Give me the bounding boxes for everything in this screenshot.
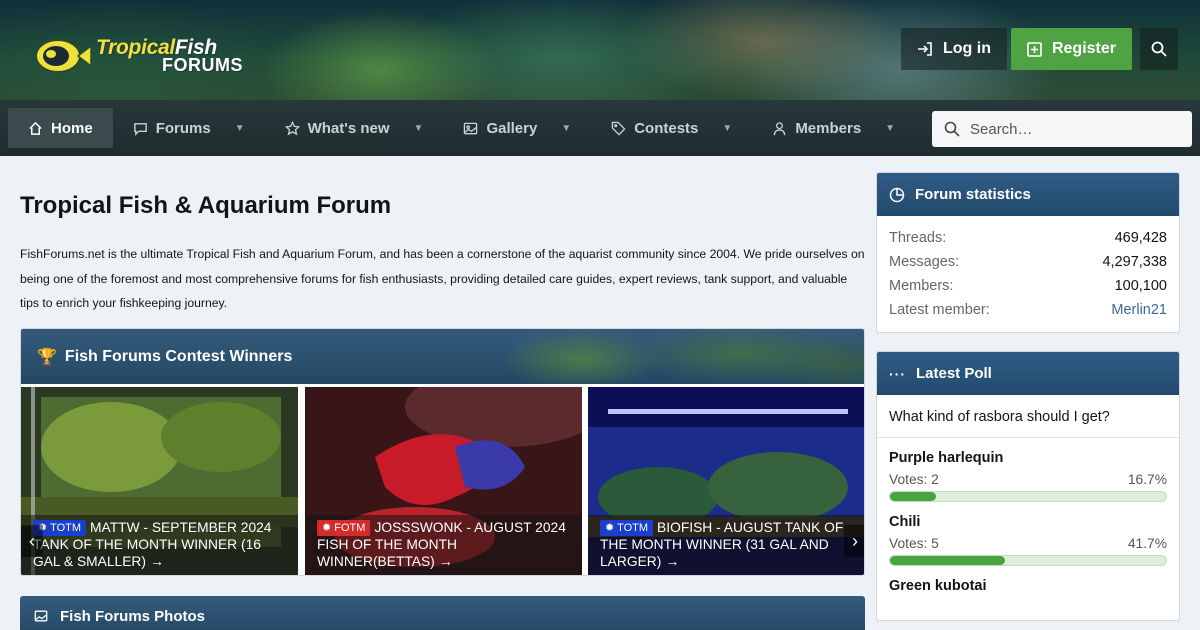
nav-item-gallery[interactable]: Gallery ▼ xyxy=(443,108,591,148)
login-button[interactable]: Log in xyxy=(900,28,1007,70)
chevron-down-icon[interactable]: ▼ xyxy=(561,123,571,134)
chevron-down-icon[interactable]: ▼ xyxy=(235,123,245,134)
register-label: Register xyxy=(1051,40,1116,57)
poll-option: Purple harlequin Votes: 2 16.7% xyxy=(877,450,1179,502)
search-input[interactable]: Search… xyxy=(932,111,1192,147)
stats-title: Forum statistics xyxy=(915,186,1031,203)
arrow-right-icon: → xyxy=(665,553,680,569)
nav-label: Contests xyxy=(634,119,699,137)
arrow-right-icon: → xyxy=(149,553,164,569)
slide-caption: ✹ FOTM JOSSSWONK - AUGUST 2024 FISH OF TH… xyxy=(305,515,582,575)
main-navigation: Home Forums ▼ What's new ▼ Gallery ▼ Con… xyxy=(0,100,1200,156)
chevron-down-icon[interactable]: ▼ xyxy=(885,123,895,134)
nav-label: What's new xyxy=(307,119,390,137)
user-icon xyxy=(774,121,786,135)
stats-list: Threads: 469,428 Messages: 4,297,338 Membe… xyxy=(877,216,1179,332)
site-logo[interactable]: TropicalFish FORUMS xyxy=(34,36,274,80)
search-icon xyxy=(944,121,960,137)
home-icon xyxy=(29,121,42,135)
chevron-down-icon[interactable]: ▼ xyxy=(414,123,424,134)
poll-header: ··· Latest Poll xyxy=(877,352,1179,395)
contest-slide[interactable]: ✹ FOTM JOSSSWONK - AUGUST 2024 FISH OF TH… xyxy=(305,387,582,575)
image-icon xyxy=(464,122,478,134)
carousel-next-button[interactable]: › xyxy=(844,525,864,557)
sign-in-icon xyxy=(917,42,932,56)
intro-text: FishForums.net is the ultimate Tropical … xyxy=(20,247,865,310)
photos-title[interactable]: Fish Forums Photos xyxy=(60,608,205,625)
contest-slide[interactable]: ✹ TOTM BIOFISH - AUGUST TANK OF THE MONTH… xyxy=(588,387,864,575)
header-search-button[interactable] xyxy=(1140,28,1178,70)
nav-label: Gallery xyxy=(486,119,538,137)
nav-item-forums[interactable]: Forums ▼ xyxy=(113,108,265,148)
logo-wordmark-bottom: FORUMS xyxy=(162,55,243,75)
nav-item-contests[interactable]: Contests ▼ xyxy=(591,108,752,148)
image-icon xyxy=(34,610,48,622)
tag-icon xyxy=(611,121,626,136)
fotm-badge: ✹ FOTM xyxy=(317,520,371,536)
trophy-icon: 🏆 xyxy=(37,348,57,366)
latest-poll-block: ··· Latest Poll What kind of rasbora sho… xyxy=(876,351,1180,621)
latest-member-link[interactable]: Merlin21 xyxy=(1111,298,1167,322)
arrow-right-icon: → xyxy=(438,553,453,569)
nav-label: Forums xyxy=(155,119,211,137)
slide-caption: ✹ TOTM MATTW - SEPTEMBER 2024 TANK OF THE… xyxy=(21,515,298,575)
poll-option: Chili Votes: 5 41.7% xyxy=(877,514,1179,566)
more-dots-icon: ··· xyxy=(889,365,906,382)
poll-option: Green kubotai xyxy=(889,578,987,594)
nav-item-members[interactable]: Members ▼ xyxy=(752,108,915,148)
plus-square-icon xyxy=(1027,41,1042,57)
register-button[interactable]: Register xyxy=(1010,28,1132,70)
contest-slide[interactable]: ✹ TOTM MATTW - SEPTEMBER 2024 TANK OF THE… xyxy=(21,387,298,575)
contest-winners-block: 🏆 Fish Forums Contest Winners ‹ ✹ TOTM MA… xyxy=(20,328,865,576)
contest-carousel: ‹ ✹ TOTM MATTW - SEPTEMBER 2024 TANK OF T… xyxy=(21,387,864,575)
search-placeholder: Search… xyxy=(970,120,1033,138)
forum-statistics-block: Forum statistics Threads: 469,428 Message… xyxy=(876,172,1180,333)
contest-title[interactable]: Fish Forums Contest Winners xyxy=(65,348,292,366)
search-icon xyxy=(1151,41,1167,57)
poll-bar xyxy=(889,491,1167,502)
site-header: TropicalFish FORUMS Log in Register xyxy=(0,0,1200,100)
poll-question[interactable]: What kind of rasbora should I get? xyxy=(877,395,1179,438)
stat-row: Members: 100,100 xyxy=(889,278,1167,294)
poll-title[interactable]: Latest Poll xyxy=(916,365,992,382)
stat-row: Messages: 4,297,338 xyxy=(889,254,1167,270)
contest-header: 🏆 Fish Forums Contest Winners xyxy=(21,329,864,384)
header-actions: Log in Register xyxy=(900,28,1178,70)
totm-badge: ✹ TOTM xyxy=(600,520,654,536)
carousel-prev-button[interactable]: ‹ xyxy=(21,525,43,557)
fish-logo-icon xyxy=(35,39,92,73)
photos-block-header: Fish Forums Photos xyxy=(20,596,865,630)
nav-label: Members xyxy=(795,119,862,137)
chat-icon xyxy=(133,122,147,136)
slide-caption: ✹ TOTM BIOFISH - AUGUST TANK OF THE MONTH… xyxy=(588,515,864,575)
nav-item-home[interactable]: Home xyxy=(8,108,113,148)
stats-header: Forum statistics xyxy=(877,173,1179,216)
nav-item-whats-new[interactable]: What's new ▼ xyxy=(265,108,444,148)
stat-row: Latest member: Merlin21 xyxy=(889,298,1167,322)
chevron-down-icon[interactable]: ▼ xyxy=(722,123,732,134)
poll-bar xyxy=(889,555,1167,566)
stat-row: Threads: 469,428 xyxy=(889,230,1167,246)
login-label: Log in xyxy=(942,40,991,57)
sidebar: Forum statistics Threads: 469,428 Message… xyxy=(876,172,1180,621)
page-title: Tropical Fish & Aquarium Forum xyxy=(20,192,392,219)
pie-chart-icon xyxy=(889,187,905,202)
star-icon xyxy=(284,120,300,135)
nav-label: Home xyxy=(51,119,93,137)
